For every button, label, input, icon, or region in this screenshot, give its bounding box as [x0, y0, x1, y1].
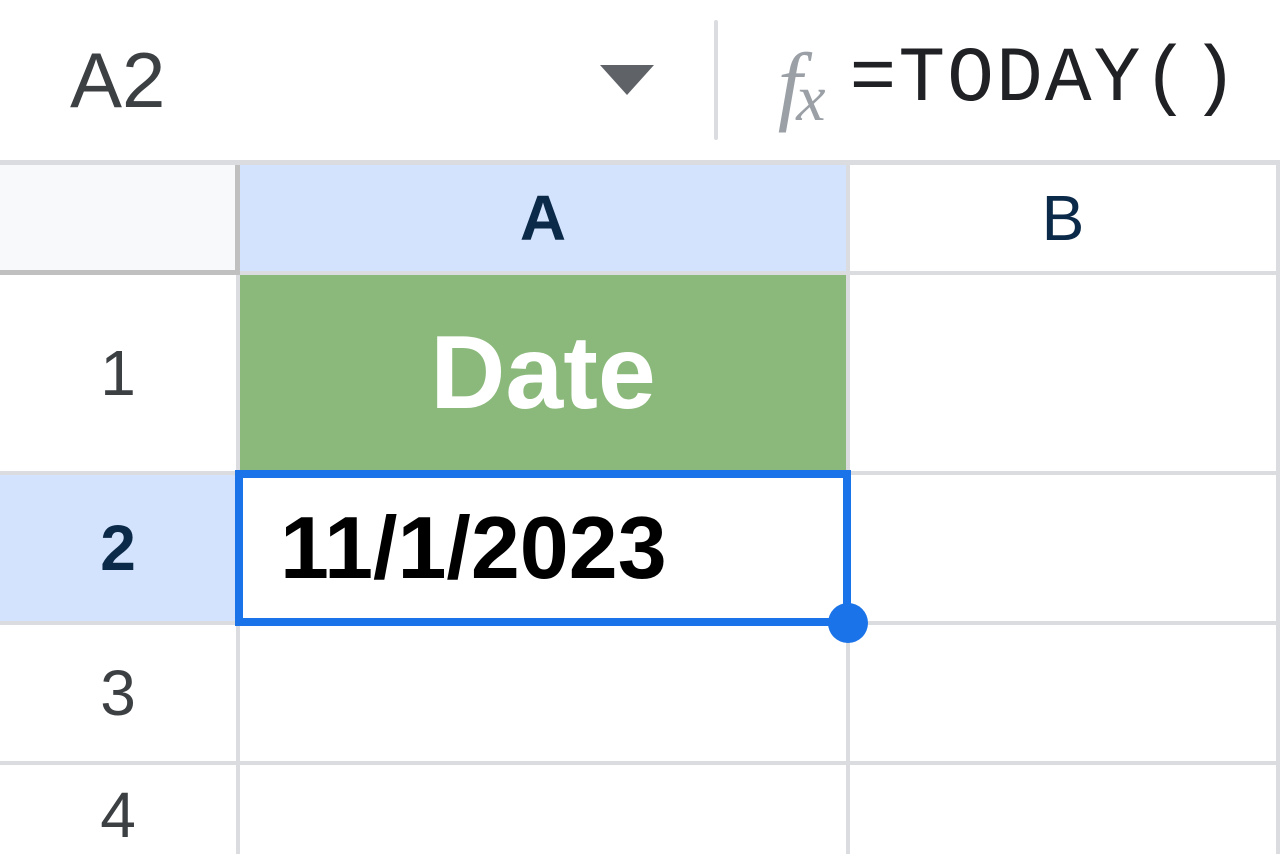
cell-a3[interactable]: [240, 625, 850, 765]
row-header-3[interactable]: 3: [0, 625, 240, 765]
fx-icon: fx: [778, 42, 820, 130]
formula-bar-divider: [714, 20, 718, 140]
row-3: 3: [0, 625, 1280, 765]
cell-b4[interactable]: [850, 765, 1280, 854]
column-header-a[interactable]: A: [240, 165, 850, 275]
chevron-down-icon: [600, 65, 654, 95]
column-header-row: A B: [0, 165, 1280, 275]
name-box-dropdown[interactable]: [600, 65, 654, 95]
fill-handle[interactable]: [828, 603, 868, 643]
cell-b2[interactable]: [850, 475, 1280, 625]
name-box[interactable]: A2: [70, 35, 205, 126]
select-all-corner[interactable]: [0, 165, 240, 275]
cell-a2-value: 11/1/2023: [280, 497, 667, 599]
formula-bar: A2 fx =TODAY(): [0, 0, 1280, 160]
spreadsheet-grid: A B 1 Date 2 11/1/2023 3 4: [0, 160, 1280, 854]
cell-a1[interactable]: Date: [240, 275, 850, 475]
row-header-4[interactable]: 4: [0, 765, 240, 854]
row-header-2[interactable]: 2: [0, 475, 240, 625]
cell-a4[interactable]: [240, 765, 850, 854]
row-2: 2 11/1/2023: [0, 475, 1280, 625]
cell-b3[interactable]: [850, 625, 1280, 765]
formula-input[interactable]: =TODAY(): [850, 36, 1240, 124]
row-1: 1 Date: [0, 275, 1280, 475]
cell-a1-value: Date: [430, 314, 655, 433]
cell-a2[interactable]: 11/1/2023: [240, 475, 850, 625]
row-header-1[interactable]: 1: [0, 275, 240, 475]
row-4: 4: [0, 765, 1280, 854]
column-header-b[interactable]: B: [850, 165, 1280, 275]
cell-b1[interactable]: [850, 275, 1280, 475]
